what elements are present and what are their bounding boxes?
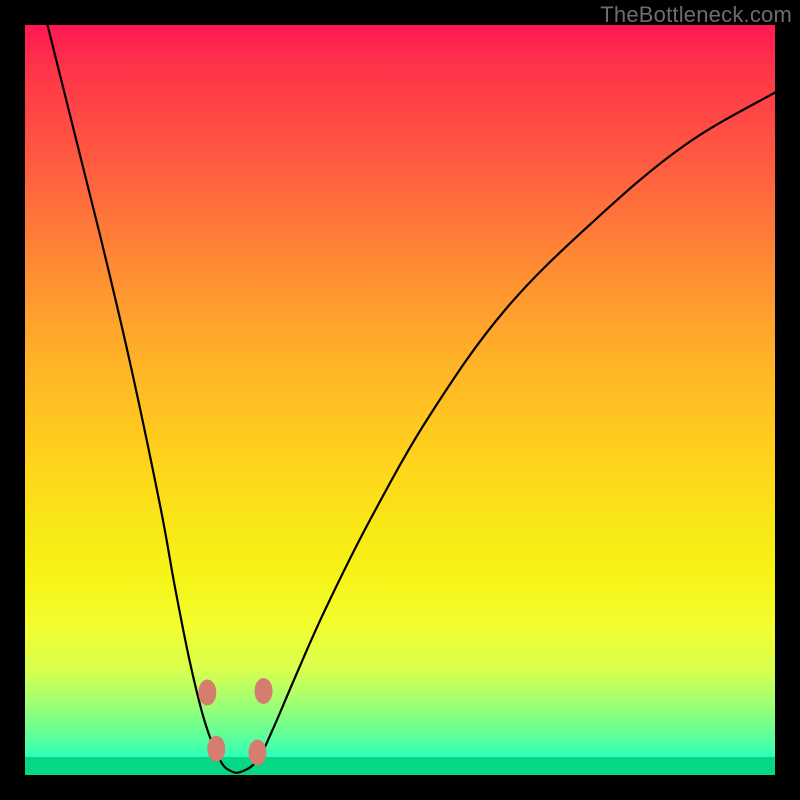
curve-marker xyxy=(255,678,273,704)
curve-marker xyxy=(198,680,216,706)
curve-marker xyxy=(207,736,225,762)
outer-frame: TheBottleneck.com xyxy=(0,0,800,800)
curve-markers xyxy=(198,678,272,766)
bottleneck-chart xyxy=(25,25,775,775)
curve-marker xyxy=(249,740,267,766)
bottleneck-curve-path xyxy=(48,25,776,773)
